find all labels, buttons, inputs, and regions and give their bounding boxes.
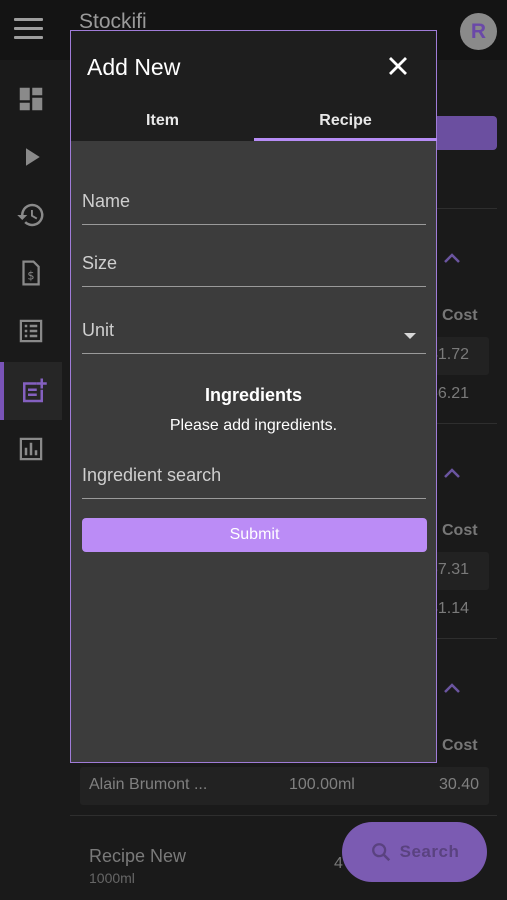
item-size: 100.00ml	[289, 776, 355, 793]
item-name: Alain Brumont ...	[89, 776, 208, 793]
table-row[interactable]: Alain Brumont ... 100.00ml 30.40	[80, 767, 489, 805]
submit-button[interactable]: Submit	[82, 518, 427, 552]
sidebar-item-history[interactable]	[0, 186, 62, 244]
cost-header: Cost	[442, 307, 478, 324]
unit-select[interactable]: Unit	[82, 308, 426, 354]
history-icon	[17, 203, 44, 227]
sidebar-item-list[interactable]	[0, 302, 62, 360]
recipe-title[interactable]: Recipe New	[89, 846, 186, 867]
chevron-down-icon	[404, 333, 416, 339]
bar-chart-icon	[19, 437, 43, 461]
dashboard-icon	[19, 87, 43, 111]
name-field[interactable]: Name	[82, 179, 426, 225]
recipe-size: 1000ml	[89, 870, 135, 886]
play-icon	[26, 148, 40, 166]
size-field[interactable]: Size	[82, 241, 426, 287]
list-icon	[19, 319, 43, 343]
sidebar-item-dashboard[interactable]	[0, 70, 62, 128]
cost-header: Cost	[442, 522, 478, 539]
search-icon	[371, 843, 390, 862]
ingredients-title: Ingredients	[204, 385, 302, 405]
tab-recipe[interactable]: Recipe	[254, 103, 437, 141]
search-label: Search	[399, 842, 460, 861]
ingredient-search-label: Ingredient search	[82, 465, 222, 485]
menu-icon[interactable]	[14, 18, 46, 42]
chevron-up-icon[interactable]	[442, 466, 462, 480]
invoice-icon: $	[22, 260, 40, 286]
name-label: Name	[82, 191, 131, 211]
dialog-header: Add New Item Recipe	[71, 31, 437, 141]
search-button[interactable]: Search	[342, 822, 487, 882]
ingredients-note: Please add ingredients.	[169, 417, 338, 434]
item-cost: 30.40	[438, 776, 479, 793]
sidebar-item-invoices[interactable]: $	[0, 244, 62, 302]
add-new-dialog: Add New Item Recipe Name Size Unit Ingre…	[70, 30, 437, 763]
ingredient-search-field[interactable]: Ingredient search	[82, 453, 426, 499]
sidebar: $	[0, 60, 62, 900]
divider	[70, 815, 497, 816]
unit-label: Unit	[82, 320, 115, 340]
chevron-up-icon[interactable]	[442, 681, 462, 695]
sidebar-item-play[interactable]	[0, 128, 62, 186]
add-note-icon	[23, 378, 47, 403]
cost-header: Cost	[442, 737, 478, 754]
sidebar-item-add-note[interactable]	[0, 362, 62, 420]
chevron-up-icon[interactable]	[442, 251, 462, 265]
dialog-title: Add New	[87, 54, 181, 80]
avatar[interactable]: R	[460, 13, 497, 50]
size-label: Size	[82, 253, 118, 273]
sidebar-item-reports[interactable]	[0, 420, 62, 478]
tab-item[interactable]: Item	[71, 103, 254, 141]
close-icon[interactable]	[383, 51, 413, 81]
svg-text:$: $	[27, 269, 34, 282]
